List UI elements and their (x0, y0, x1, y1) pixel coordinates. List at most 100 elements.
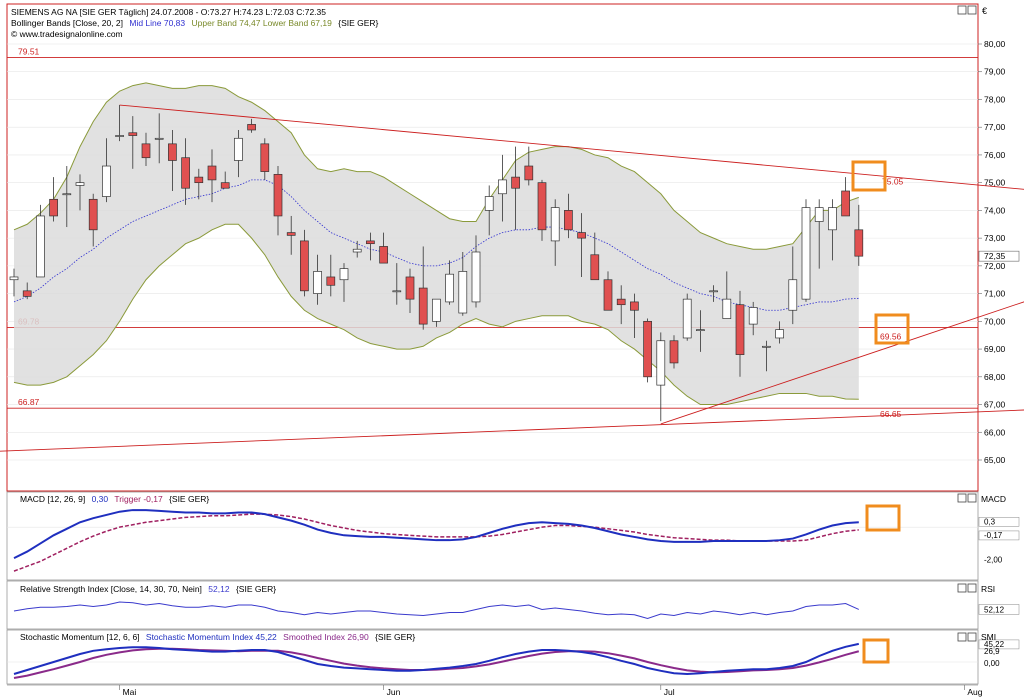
rsi-maximize-icon[interactable] (957, 583, 967, 593)
bb-legend-symbol: {SIE GER} (338, 18, 378, 28)
macd-close-icon[interactable] (967, 493, 977, 503)
y-tick-label: 71,00 (984, 289, 1006, 299)
candle-body (841, 190, 850, 217)
macd-tick: -2,00 (984, 556, 1003, 565)
bb-legend-name: Bollinger Bands [Close, 20, 2] (11, 18, 123, 28)
y-tick-label: 66,00 (984, 427, 1006, 437)
source-label: © www.tradesignalonline.com (11, 29, 123, 39)
y-tick-label: 74,00 (984, 205, 1006, 215)
maximize-icon[interactable] (957, 5, 967, 15)
candle-body (9, 276, 19, 281)
candle-body (75, 182, 85, 186)
candle-body (379, 246, 388, 264)
candle-body (366, 240, 375, 245)
x-tick-label: Aug (967, 687, 982, 697)
candle-body (418, 287, 428, 325)
candle-body (616, 298, 626, 306)
currency-symbol: € (982, 6, 987, 16)
close-icon[interactable] (967, 5, 977, 15)
bb-legend-bands: Upper Band 74,47 Lower Band 67,19 (192, 18, 333, 28)
smi-maximize-icon[interactable] (957, 632, 967, 642)
candle-body (484, 196, 494, 211)
candle-body (220, 182, 230, 189)
candle-body (748, 307, 758, 325)
smi-axis-name: SMI (981, 632, 996, 642)
bollinger-legend: Bollinger Bands [Close, 20, 2] Mid Line … (11, 18, 379, 28)
candle-body (511, 176, 520, 189)
rsi-axis-name: RSI (981, 584, 995, 594)
time-axis: Mai Jun Jul Aug (119, 685, 983, 697)
candle-body (128, 132, 138, 136)
candle-body (762, 345, 771, 348)
candle-body (445, 273, 454, 303)
candle-body (260, 143, 270, 172)
rsi-legend: Relative Strength Index [Close, 14, 30, … (20, 584, 276, 594)
smi-legend-smoothed: Smoothed Index 26,90 (283, 632, 369, 642)
candle-body (775, 329, 784, 339)
smi-close-icon[interactable] (967, 632, 977, 642)
candle-body (88, 198, 98, 231)
y-tick-label: 72,00 (984, 261, 1006, 271)
bb-legend-mid: Mid Line 70,83 (129, 18, 185, 28)
smi-tick: 0,00 (984, 659, 1000, 668)
macd-legend: MACD [12, 26, 9] 0,30 Trigger -0,17 {SIE… (20, 494, 209, 504)
level-label: 66.87 (18, 397, 40, 407)
y-tick-label: 68,00 (984, 372, 1006, 382)
candle-body (577, 232, 586, 239)
rsi-legend-value: 52,12 (208, 584, 230, 594)
candle-body (194, 176, 204, 184)
y-tick-label: 78,00 (984, 94, 1006, 104)
candle-body (590, 254, 600, 281)
smi-legend-symbol: {SIE GER} (375, 632, 415, 642)
rsi-legend-symbol: {SIE GER} (236, 584, 276, 594)
main-title: SIEMENS AG NA [SIE GER Täglich] 24.07.20… (11, 7, 326, 17)
candle-body (115, 135, 124, 137)
level-label: 79.51 (18, 47, 40, 57)
candle-body (564, 210, 573, 231)
rsi-legend-name: Relative Strength Index [Close, 14, 30, … (20, 584, 202, 594)
candle-body (814, 207, 824, 222)
macd-tick: -0,17 (984, 531, 1003, 540)
candle-body (709, 290, 718, 293)
candle-body (656, 340, 666, 386)
candle-body (49, 198, 58, 217)
y-tick-label: 80,00 (984, 39, 1006, 49)
smi-legend-index: Stochastic Momentum Index 45,22 (146, 632, 277, 642)
chart-canvas: 79.5169.7866.87 75.0569.5666.65 SIEMENS … (0, 3, 1024, 697)
candle-body (247, 124, 256, 131)
y-tick-label: 70,00 (984, 316, 1006, 326)
candle-body (630, 301, 639, 311)
macd-legend-name: MACD [12, 26, 9] (20, 494, 85, 504)
trend-label: 66.65 (880, 409, 902, 419)
candle-body (788, 279, 798, 311)
x-tick-label: Mai (123, 687, 137, 697)
candle-body (207, 165, 217, 181)
macd-maximize-icon[interactable] (957, 493, 967, 503)
smi-legend-name: Stochastic Momentum [12, 6, 6] (20, 632, 140, 642)
smi-tick: 26,9 (984, 647, 1000, 656)
candle-body (828, 207, 837, 231)
y-tick-label: 79,00 (984, 67, 1006, 77)
y-tick-label: 77,00 (984, 122, 1006, 132)
macd-tick: 0,3 (984, 517, 996, 526)
candle-body (524, 165, 534, 181)
candle-body (36, 215, 45, 278)
candle-body (405, 276, 415, 300)
candle-body (273, 173, 283, 217)
smi-legend: Stochastic Momentum [12, 6, 6] Stochasti… (20, 632, 415, 642)
candle-body (696, 329, 705, 332)
candle-body (339, 268, 349, 281)
candle-body (643, 320, 652, 378)
rsi-close-icon[interactable] (967, 583, 977, 593)
rsi-tick: 52,12 (984, 605, 1005, 614)
candle-body (550, 207, 560, 242)
candle-body (603, 279, 613, 311)
trend-label: 69.56 (880, 332, 902, 342)
candle-body (102, 165, 111, 197)
candle-body (432, 298, 441, 322)
candle-body (801, 207, 811, 300)
candle-body (669, 340, 679, 364)
x-tick-label: Jul (664, 687, 675, 697)
y-tick-label: 69,00 (984, 344, 1006, 354)
candle-body (352, 248, 362, 253)
